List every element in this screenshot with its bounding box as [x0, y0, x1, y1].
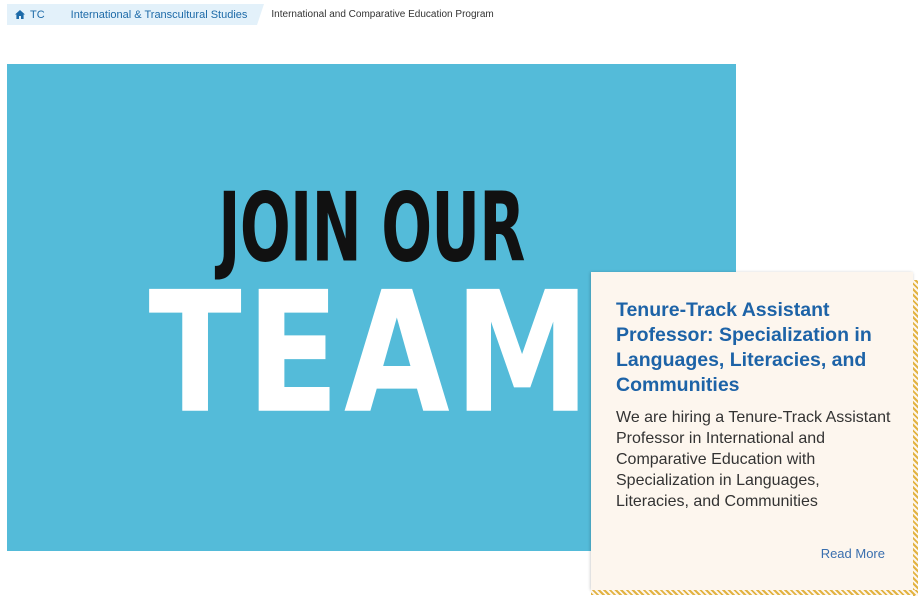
hero-line-2: TEAM: [148, 255, 595, 451]
card-border-decoration-bottom: [591, 590, 918, 595]
breadcrumb-section-link[interactable]: International & Transcultural Studies: [53, 4, 265, 25]
breadcrumb-home-label: TC: [30, 8, 45, 21]
card-title-link[interactable]: Tenure-Track Assistant Professor: Specia…: [616, 298, 901, 398]
breadcrumb: TC International & Transcultural Studies…: [7, 4, 494, 25]
breadcrumb-current: International and Comparative Education …: [271, 9, 494, 20]
breadcrumb-section-label: International & Transcultural Studies: [70, 8, 248, 21]
read-more-link[interactable]: Read More: [821, 546, 885, 561]
home-icon: [15, 10, 25, 19]
card-border-decoration-right: [913, 280, 918, 596]
breadcrumb-home-link[interactable]: TC: [7, 4, 62, 25]
job-posting-card: Tenure-Track Assistant Professor: Specia…: [591, 272, 918, 596]
card-description: We are hiring a Tenure-Track Assistant P…: [616, 409, 891, 510]
